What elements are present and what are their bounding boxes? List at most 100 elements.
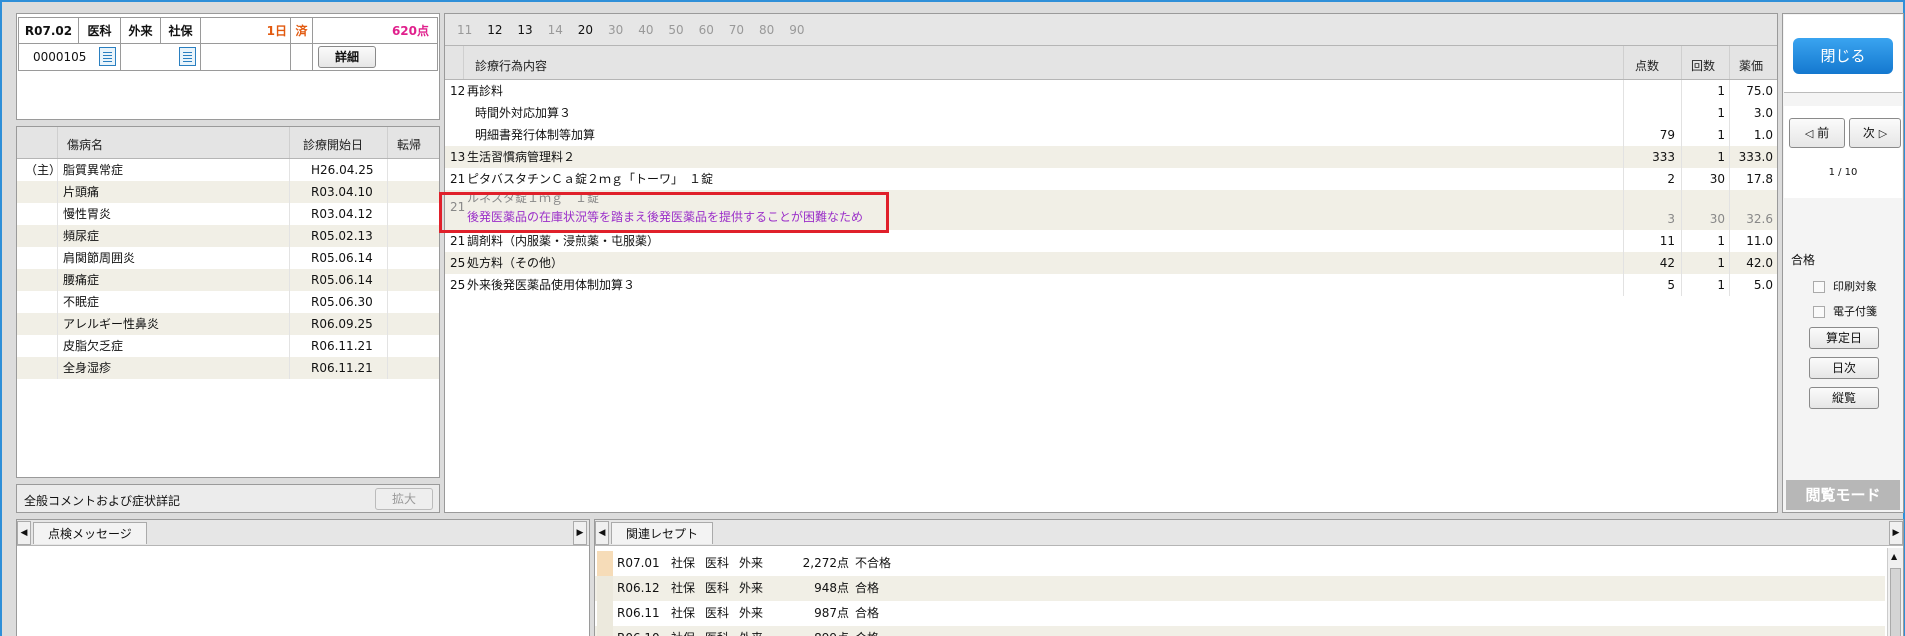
receipt-type1: 医科 bbox=[78, 17, 121, 44]
disease-outcome bbox=[393, 181, 433, 203]
scroll-up-icon[interactable]: ▲ bbox=[1891, 552, 1897, 561]
comment-label: 全般コメントおよび症状詳記 bbox=[24, 494, 181, 508]
detail-button[interactable]: 詳細 bbox=[318, 46, 376, 68]
done-badge: 済 bbox=[290, 17, 313, 44]
disease-row[interactable]: 肩関節周囲炎 R05.06.14 bbox=[17, 247, 439, 269]
code-tab-30[interactable]: 30 bbox=[608, 23, 623, 37]
close-button[interactable]: 閉じる bbox=[1793, 38, 1893, 74]
disease-start-date: R05.06.30 bbox=[311, 295, 373, 309]
eye-icon: ◁ bbox=[1804, 127, 1814, 140]
code-tab-11[interactable]: 11 bbox=[457, 23, 472, 37]
disease-start-date: R06.11.21 bbox=[311, 361, 373, 375]
e-sticky-checkbox[interactable]: 電子付箋 bbox=[1813, 303, 1877, 319]
blank-cell-2 bbox=[290, 43, 313, 71]
receipt-row[interactable]: R06.12 社保 医科 外来 948点 合格 bbox=[595, 576, 1885, 601]
disease-outcome bbox=[393, 247, 433, 269]
treatment-points bbox=[1625, 102, 1675, 124]
treatment-count: 1 bbox=[1717, 106, 1725, 120]
check-messages-panel: ◀ 点検メッセージ ▶ bbox=[16, 519, 590, 636]
disease-row[interactable]: 皮脂欠乏症 R06.11.21 bbox=[17, 335, 439, 357]
code-tab-13[interactable]: 13 bbox=[517, 23, 532, 37]
mode-banner: 閲覧モード bbox=[1786, 480, 1900, 510]
disease-name: 片頭痛 bbox=[63, 185, 100, 199]
scroll-left-icon[interactable]: ◀ bbox=[17, 521, 31, 545]
expand-button[interactable]: 拡大 bbox=[375, 488, 433, 510]
next-button[interactable]: 次 ▷ bbox=[1849, 118, 1901, 148]
disease-start-date: R06.11.21 bbox=[311, 339, 373, 353]
receipt-row[interactable]: R06.10 社保医科外来 899点合格 bbox=[595, 626, 1885, 636]
scroll-left-icon[interactable]: ◀ bbox=[595, 521, 609, 545]
treatment-row[interactable]: 25 外来後発医薬品使用体制加算３ 5 1 5.0 bbox=[445, 274, 1777, 296]
disease-row[interactable]: 慢性胃炎 R03.04.12 bbox=[17, 203, 439, 225]
disease-row[interactable]: 頻尿症 R05.02.13 bbox=[17, 225, 439, 247]
scroll-right-icon[interactable]: ▶ bbox=[573, 521, 587, 545]
disease-row[interactable]: 片頭痛 R03.04.10 bbox=[17, 181, 439, 203]
code-tab-40[interactable]: 40 bbox=[638, 23, 653, 37]
prev-button[interactable]: ◁ 前 bbox=[1789, 118, 1845, 148]
tab-related-receipts[interactable]: 関連レセプト bbox=[611, 522, 714, 544]
disease-row[interactable]: 全身湿疹 R06.11.21 bbox=[17, 357, 439, 379]
note-icon[interactable] bbox=[99, 47, 116, 66]
disease-prefix bbox=[25, 291, 57, 313]
treatment-price: 5.0 bbox=[1753, 278, 1773, 292]
treatment-content: 調剤料（内服薬・浸煎薬・屯服薬） bbox=[467, 234, 660, 248]
code-filter-bar: 11 12 13 14 20 30 40 50 60 70 80 90 bbox=[445, 14, 1777, 46]
code-tab-80[interactable]: 80 bbox=[759, 23, 774, 37]
code-tab-20[interactable]: 20 bbox=[578, 23, 593, 37]
treatment-row[interactable]: 21 調剤料（内服薬・浸煎薬・屯服薬） 11 1 11.0 bbox=[445, 230, 1777, 252]
disease-name: 不眠症 bbox=[63, 295, 100, 309]
tab-check-messages[interactable]: 点検メッセージ bbox=[33, 522, 147, 544]
disease-prefix bbox=[25, 269, 57, 291]
treatment-panel: 11 12 13 14 20 30 40 50 60 70 80 90 診療行為内容 点数 回数 薬価… bbox=[439, 13, 1778, 513]
scrollbar[interactable]: ▲ bbox=[1887, 548, 1903, 636]
vertical-view-button[interactable]: 縦覧 bbox=[1809, 387, 1879, 409]
disease-row[interactable]: アレルギー性鼻炎 R06.09.25 bbox=[17, 313, 439, 335]
treatment-row[interactable]: 25 処方料（その他） 42 1 42.0 bbox=[445, 252, 1777, 274]
print-target-checkbox[interactable]: 印刷対象 bbox=[1813, 278, 1877, 294]
disease-name: 慢性胃炎 bbox=[63, 207, 112, 221]
code-tab-60[interactable]: 60 bbox=[699, 23, 714, 37]
treatment-row[interactable]: 12 再診料 1 75.0 bbox=[445, 80, 1777, 102]
treatment-points: 11 bbox=[1659, 234, 1675, 248]
receipt-type2: 外来 bbox=[739, 556, 764, 570]
patient-id: 0000105 bbox=[33, 50, 87, 64]
treatment-row[interactable]: 時間外対応加算３ 1 3.0 bbox=[445, 102, 1777, 124]
e-sticky-label: 電子付箋 bbox=[1833, 305, 1877, 318]
receipt-date: R07.02 bbox=[18, 17, 79, 44]
receipt-type1: 医科 bbox=[705, 581, 730, 595]
treatment-content: 時間外対応加算３ bbox=[475, 106, 572, 120]
disease-prefix bbox=[25, 357, 57, 379]
disease-row[interactable]: 腰痛症 R05.06.14 bbox=[17, 269, 439, 291]
code-tab-50[interactable]: 50 bbox=[668, 23, 683, 37]
receipt-insurance: 社保 bbox=[671, 626, 701, 636]
col-treatment-content: 診療行為内容 bbox=[475, 59, 548, 73]
memo-icon[interactable] bbox=[179, 47, 196, 66]
receipt-type2: 外来 bbox=[739, 626, 769, 636]
receipt-row[interactable]: R07.01 社保 医科 外来 2,272点 不合格 bbox=[595, 551, 1885, 576]
treatment-row[interactable]: 21 ピタバスタチンＣａ錠２ｍｇ「トーワ」 １錠 2 30 17.8 bbox=[445, 168, 1777, 190]
prev-label: 前 bbox=[1817, 126, 1830, 140]
calc-day-button[interactable]: 算定日 bbox=[1809, 327, 1879, 349]
treatment-count: 30 bbox=[1709, 212, 1725, 226]
receipt-row[interactable]: R06.11 社保 医科 外来 987点 合格 bbox=[595, 601, 1885, 626]
treatment-points: 79 bbox=[1659, 128, 1675, 142]
scroll-right-icon[interactable]: ▶ bbox=[1889, 521, 1903, 545]
app-window: R07.02 医科 外来 社保 1日 済 620点 0000105 詳細 傷病名… bbox=[0, 0, 1905, 636]
receipt-insurance: 社保 bbox=[671, 581, 696, 595]
disease-row[interactable]: 不眠症 R05.06.30 bbox=[17, 291, 439, 313]
daily-button[interactable]: 日次 bbox=[1809, 357, 1879, 379]
code-tab-12[interactable]: 12 bbox=[487, 23, 502, 37]
code-tab-14[interactable]: 14 bbox=[548, 23, 563, 37]
code-tab-70[interactable]: 70 bbox=[729, 23, 744, 37]
receipt-result: 合格 bbox=[855, 581, 880, 595]
disease-row[interactable]: （主） 脂質異常症 H26.04.25 bbox=[17, 159, 439, 181]
receipt-type2: 外来 bbox=[739, 606, 764, 620]
disease-name: 全身湿疹 bbox=[63, 361, 112, 375]
receipt-points: 899点 bbox=[795, 626, 849, 636]
blank-cell bbox=[200, 43, 291, 71]
treatment-row[interactable]: 13 生活習慣病管理料２ 333 1 333.0 bbox=[445, 146, 1777, 168]
treatment-row[interactable]: 明細書発行体制等加算 79 1 1.0 bbox=[445, 124, 1777, 146]
treatment-code: 21 bbox=[450, 172, 466, 186]
code-tab-90[interactable]: 90 bbox=[789, 23, 804, 37]
treatment-list: 12 再診料 1 75.0 時間外対応加算３ 1 3.0 明細書発行体制等加算 79 1 1.0 13… bbox=[445, 80, 1777, 500]
